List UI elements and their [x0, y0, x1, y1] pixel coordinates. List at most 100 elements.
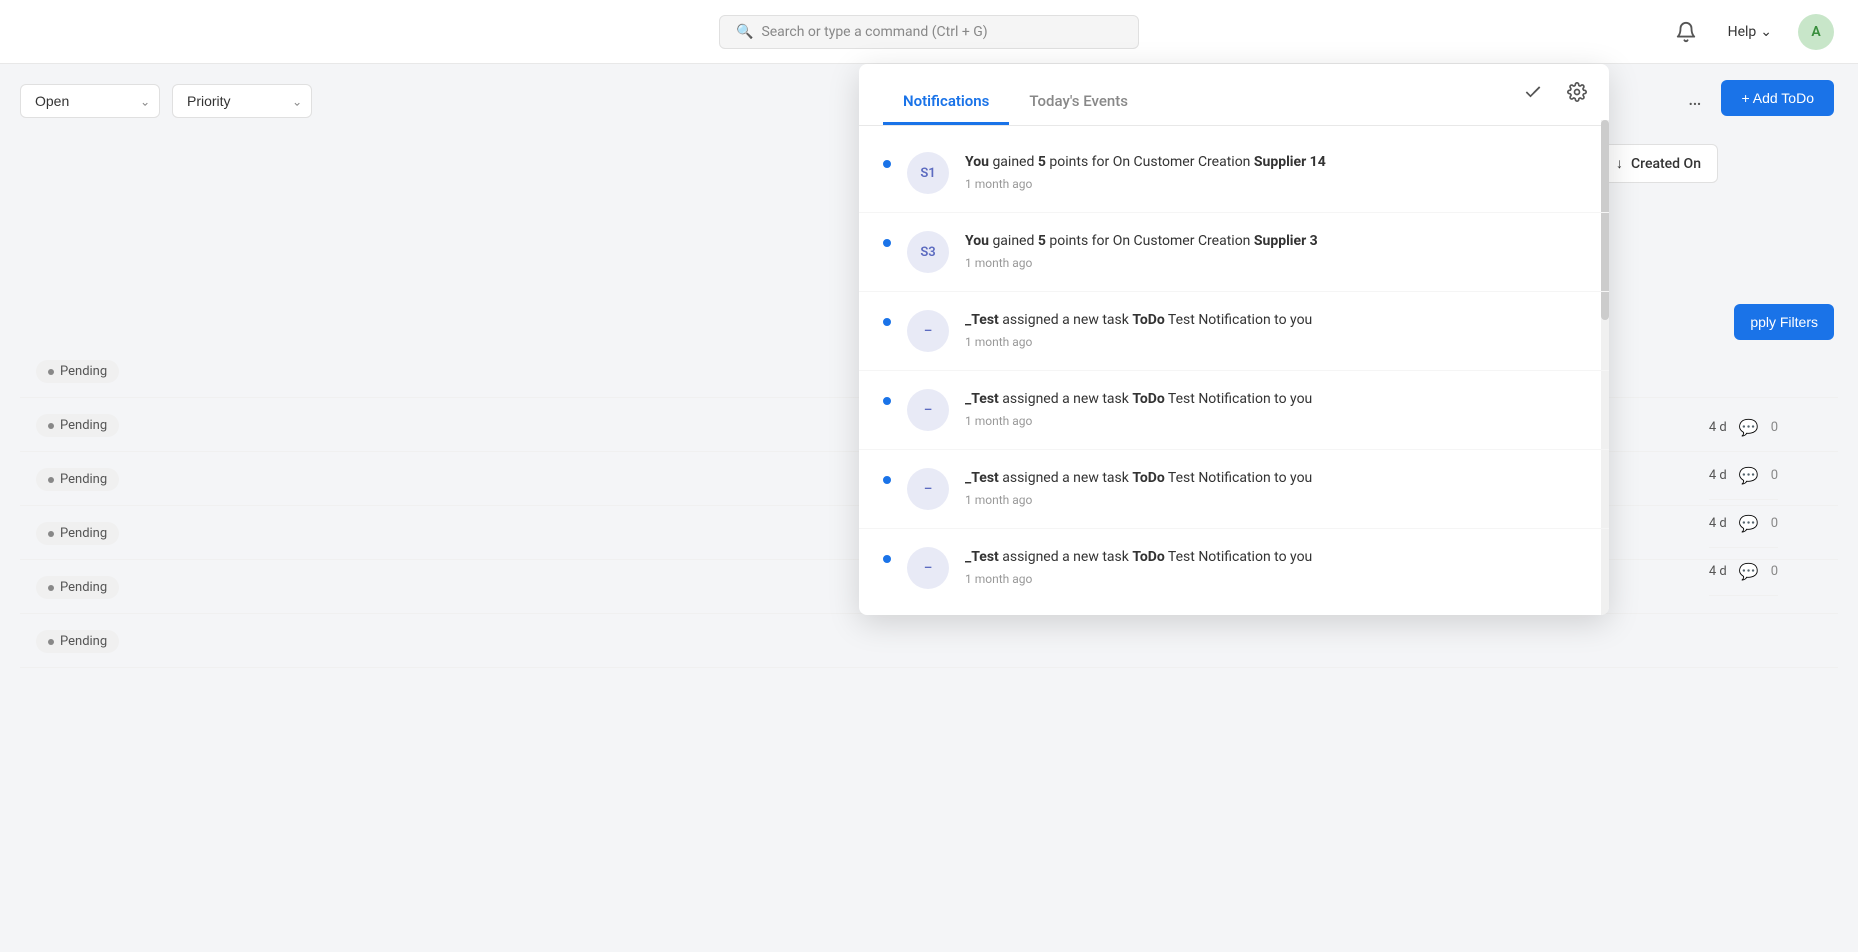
notification-tabs: Notifications Today's Events — [859, 64, 1609, 126]
priority-filter-wrapper: Priority High Medium Low — [172, 84, 312, 118]
bell-icon[interactable] — [1670, 16, 1702, 48]
status-dot — [48, 423, 54, 429]
status-dot — [48, 369, 54, 375]
created-on-column-header[interactable]: ↓ Created On — [1599, 144, 1718, 183]
notif-avatar: S1 — [907, 152, 949, 194]
data-row: 4 d 💬 0 — [1709, 404, 1778, 452]
created-on-label: Created On — [1631, 156, 1701, 172]
search-bar[interactable]: 🔍 Search or type a command (Ctrl + G) — [719, 15, 1139, 49]
time-value: 4 d — [1709, 420, 1727, 435]
unread-dot — [883, 555, 891, 563]
header: 🔍 Search or type a command (Ctrl + G) He… — [0, 0, 1858, 64]
chevron-down-icon: ⌄ — [1760, 24, 1772, 40]
status-badge: Pending — [36, 360, 119, 383]
notification-item: – _Test assigned a new task ToDo Test No… — [859, 371, 1609, 450]
notification-item: S1 You gained 5 points for On Customer C… — [859, 134, 1609, 213]
add-todo-button[interactable]: + Add ToDo — [1721, 80, 1834, 116]
comment-icon: 💬 — [1739, 562, 1759, 581]
right-toolbar: … + Add ToDo — [1680, 80, 1834, 116]
status-label: Pending — [60, 418, 107, 433]
priority-filter[interactable]: Priority High Medium Low — [172, 84, 312, 118]
search-placeholder: Search or type a command (Ctrl + G) — [761, 24, 987, 40]
help-label: Help — [1728, 24, 1757, 40]
notif-text: _Test assigned a new task ToDo Test Noti… — [965, 389, 1585, 410]
notification-item: – _Test assigned a new task ToDo Test No… — [859, 292, 1609, 371]
status-dot — [48, 477, 54, 483]
notification-actions — [1517, 76, 1593, 108]
status-badge: Pending — [36, 468, 119, 491]
data-row: 4 d 💬 0 — [1709, 452, 1778, 500]
row-data-right: 4 d 💬 0 4 d 💬 0 4 d 💬 0 4 d 💬 0 — [1709, 404, 1778, 596]
data-row: 4 d 💬 0 — [1709, 500, 1778, 548]
status-dot — [48, 639, 54, 645]
time-value: 4 d — [1709, 564, 1727, 579]
header-right: Help ⌄ A — [1670, 14, 1834, 50]
status-badge: Pending — [36, 522, 119, 545]
status-label: Pending — [60, 364, 107, 379]
unread-dot — [883, 397, 891, 405]
notif-text: You gained 5 points for On Customer Crea… — [965, 231, 1585, 252]
unread-dot — [883, 318, 891, 326]
notif-text: _Test assigned a new task ToDo Test Noti… — [965, 310, 1585, 331]
notif-content: You gained 5 points for On Customer Crea… — [965, 152, 1585, 191]
search-icon: 🔍 — [736, 24, 753, 40]
comment-icon: 💬 — [1739, 418, 1759, 437]
notification-item: – _Test assigned a new task ToDo Test No… — [859, 450, 1609, 529]
avatar-letter: A — [1811, 24, 1820, 40]
status-dot — [48, 585, 54, 591]
status-dot — [48, 531, 54, 537]
comment-count: 0 — [1771, 420, 1778, 435]
notif-time: 1 month ago — [965, 256, 1585, 270]
notif-content: _Test assigned a new task ToDo Test Noti… — [965, 547, 1585, 586]
notif-avatar: – — [907, 547, 949, 589]
notif-content: _Test assigned a new task ToDo Test Noti… — [965, 310, 1585, 349]
notif-text: You gained 5 points for On Customer Crea… — [965, 152, 1585, 173]
sort-icon: ↓ — [1616, 155, 1623, 172]
notif-avatar: S3 — [907, 231, 949, 273]
notif-time: 1 month ago — [965, 572, 1585, 586]
unread-dot — [883, 476, 891, 484]
comment-count: 0 — [1771, 516, 1778, 531]
comment-count: 0 — [1771, 468, 1778, 483]
notification-item: S3 You gained 5 points for On Customer C… — [859, 213, 1609, 292]
more-options-icon[interactable]: … — [1680, 82, 1709, 114]
status-badge: Pending — [36, 414, 119, 437]
status-badge: Pending — [36, 630, 119, 653]
status-badge: Pending — [36, 576, 119, 599]
status-label: Pending — [60, 526, 107, 541]
time-value: 4 d — [1709, 516, 1727, 531]
notif-content: _Test assigned a new task ToDo Test Noti… — [965, 468, 1585, 507]
avatar[interactable]: A — [1798, 14, 1834, 50]
status-label: Pending — [60, 580, 107, 595]
status-label: Pending — [60, 472, 107, 487]
comment-icon: 💬 — [1739, 466, 1759, 485]
tab-today-events[interactable]: Today's Events — [1009, 80, 1148, 125]
unread-dot — [883, 160, 891, 168]
table-row: Pending — [20, 616, 1838, 668]
notif-avatar: – — [907, 310, 949, 352]
notif-text: _Test assigned a new task ToDo Test Noti… — [965, 468, 1585, 489]
apply-filters-button[interactable]: pply Filters — [1734, 304, 1834, 340]
notif-content: _Test assigned a new task ToDo Test Noti… — [965, 389, 1585, 428]
notif-content: You gained 5 points for On Customer Crea… — [965, 231, 1585, 270]
notification-list: S1 You gained 5 points for On Customer C… — [859, 126, 1609, 615]
notif-avatar: – — [907, 468, 949, 510]
notif-time: 1 month ago — [965, 335, 1585, 349]
notification-settings-button[interactable] — [1561, 76, 1593, 108]
status-filter[interactable]: Open Closed — [20, 84, 160, 118]
comment-count: 0 — [1771, 564, 1778, 579]
notif-time: 1 month ago — [965, 493, 1585, 507]
status-filter-wrapper: Open Closed — [20, 84, 160, 118]
data-row: 4 d 💬 0 — [1709, 548, 1778, 596]
notif-time: 1 month ago — [965, 177, 1585, 191]
notif-time: 1 month ago — [965, 414, 1585, 428]
mark-all-read-button[interactable] — [1517, 76, 1549, 108]
notification-panel: Notifications Today's Events — [859, 64, 1609, 615]
notif-text: _Test assigned a new task ToDo Test Noti… — [965, 547, 1585, 568]
status-label: Pending — [60, 634, 107, 649]
unread-dot — [883, 239, 891, 247]
help-button[interactable]: Help ⌄ — [1718, 18, 1782, 46]
comment-icon: 💬 — [1739, 514, 1759, 533]
tab-notifications[interactable]: Notifications — [883, 80, 1009, 125]
notification-item: – _Test assigned a new task ToDo Test No… — [859, 529, 1609, 607]
